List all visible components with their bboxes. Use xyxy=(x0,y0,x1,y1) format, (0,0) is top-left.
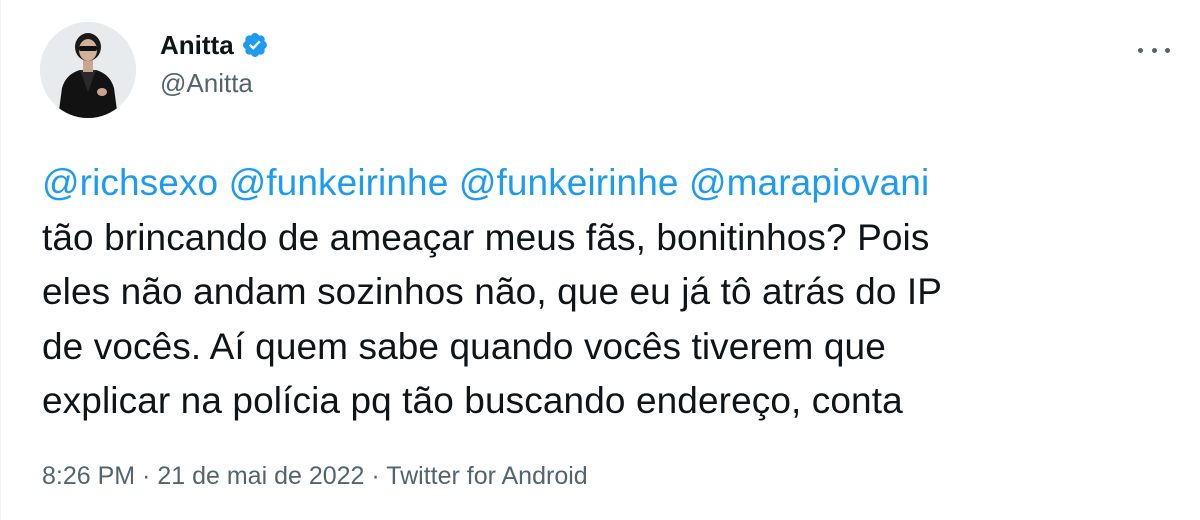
tweet-text: @richsexo @funkeirinhe @funkeirinhe @mar… xyxy=(42,156,1162,429)
mention-link[interactable]: @funkeirinhe xyxy=(459,162,679,203)
meta-separator: · xyxy=(364,462,387,490)
tweet-text-line: explicar na polícia pq tão buscando ende… xyxy=(42,380,903,421)
mention-link[interactable]: @richsexo xyxy=(42,162,218,203)
avatar[interactable] xyxy=(40,22,136,118)
mentions-line: @richsexo @funkeirinhe @funkeirinhe @mar… xyxy=(42,156,1162,211)
verified-badge-icon xyxy=(241,31,269,59)
tweet-author: Anitta @Anitta xyxy=(160,28,269,100)
left-border xyxy=(0,0,1,520)
tweet-text-line: tão brincando de ameaçar meus fãs, bonit… xyxy=(42,216,930,258)
more-dot-icon xyxy=(1165,47,1170,53)
tweet-text-line: eles não andam sozinhos não, que eu já t… xyxy=(42,271,943,312)
mention-link[interactable]: @marapiovani xyxy=(689,162,929,203)
more-dot-icon xyxy=(1138,47,1143,53)
tweet-source-link[interactable]: Twitter for Android xyxy=(386,462,587,490)
tweet-date-link[interactable]: 21 de mai de 2022 xyxy=(157,462,364,490)
more-dot-icon xyxy=(1151,47,1157,53)
tweet-metadata: 8:26 PM · 21 de mai de 2022 · Twitter fo… xyxy=(42,458,588,494)
display-name[interactable]: Anitta xyxy=(160,28,234,62)
mention-link[interactable]: @funkeirinhe xyxy=(229,162,449,203)
tweet-text-line: de vocês. Aí quem sabe quando vocês tive… xyxy=(42,325,886,367)
tweet-time-link[interactable]: 8:26 PM xyxy=(42,462,135,490)
more-options-button[interactable] xyxy=(1138,38,1170,62)
user-handle[interactable]: @Anitta xyxy=(160,66,269,100)
profile-photo-icon xyxy=(40,22,136,118)
name-row: Anitta xyxy=(160,28,269,62)
meta-separator: · xyxy=(135,462,158,490)
